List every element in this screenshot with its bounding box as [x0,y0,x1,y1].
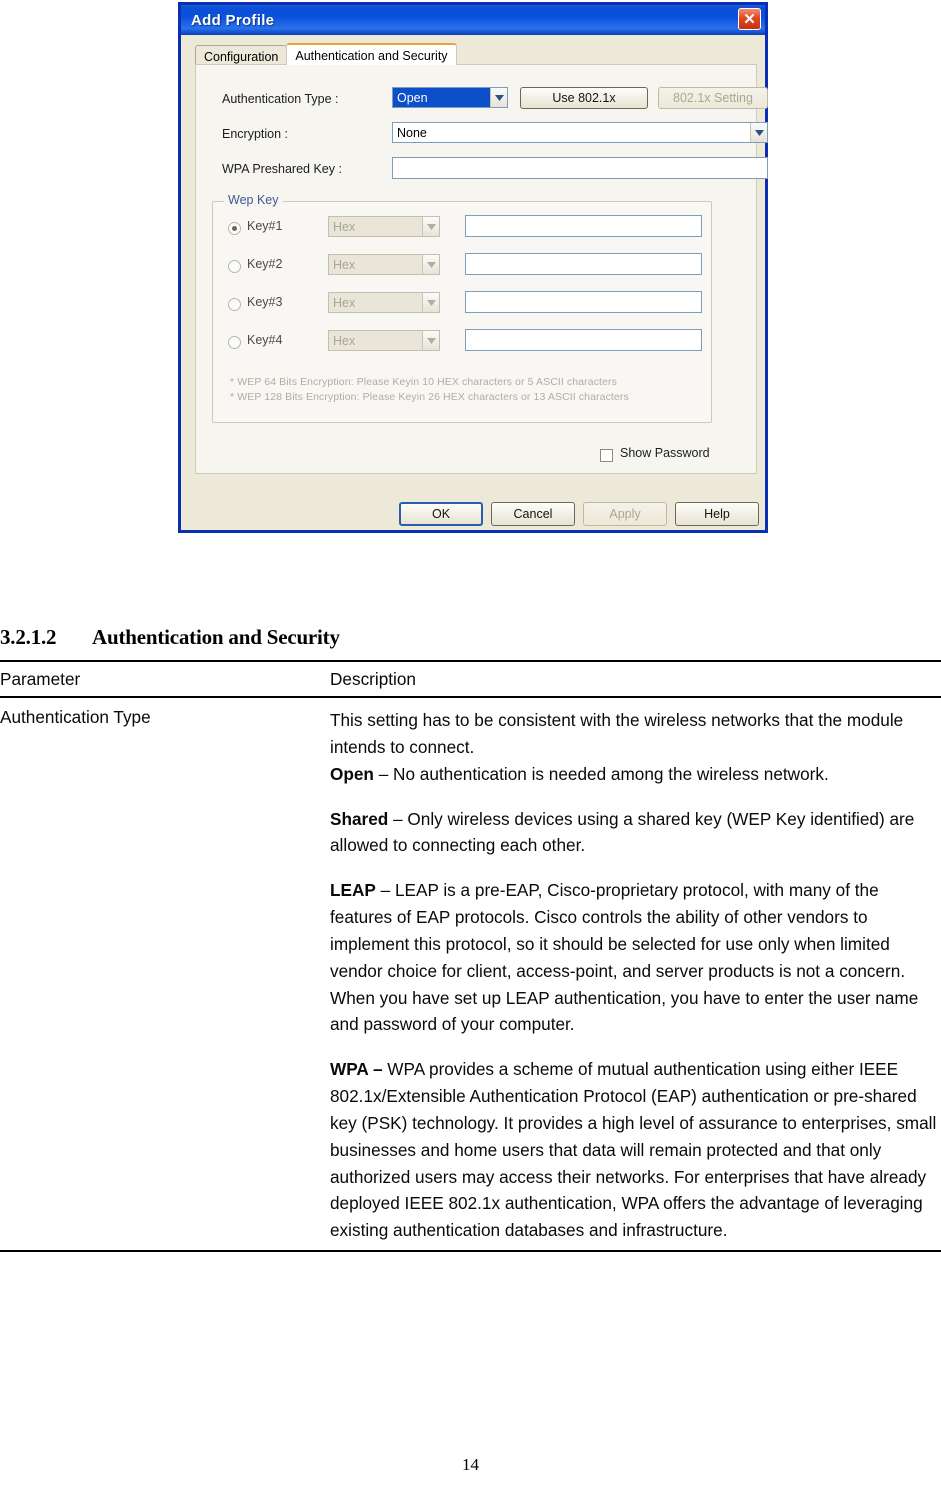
apply-label: Apply [609,507,641,521]
paragraph-text: – LEAP is a pre-EAP, Cisco-proprietary p… [330,880,919,1035]
wep-key-2-format-value: Hex [333,257,356,272]
description-paragraph: WPA – WPA provides a scheme of mutual au… [330,1056,941,1244]
wep-key-2-input[interactable] [465,253,702,275]
dialog-title: Add Profile [191,11,275,29]
encryption-label: Encryption : [222,127,289,141]
tabstrip: Configuration Authentication and Securit… [195,43,757,65]
wep-key-3-format-value: Hex [333,295,356,310]
column-header-parameter: Parameter [0,660,330,698]
wep-key-2-format-select[interactable]: Hex [328,254,440,275]
paragraph-text: This setting has to be consistent with t… [330,710,904,757]
table-row: Authentication Type This setting has to … [0,697,941,1253]
wep-key-1-radio[interactable] [228,222,241,235]
wep-key-4-format-select[interactable]: Hex [328,330,440,351]
ok-label: OK [431,507,451,521]
paragraph-text: – Only wireless devices using a shared k… [330,808,915,856]
wep-key-3-input[interactable] [465,291,702,313]
table-header-row: Parameter Description [0,660,941,698]
cell-parameter-name: Authentication Type [0,697,330,1253]
show-password-checkbox[interactable] [600,449,613,462]
wep-key-4-format-value: Hex [333,333,356,348]
section-heading: 3.2.1.2 Authentication and Security [0,625,941,650]
add-profile-dialog: Add Profile ✕ Configuration Authenticati… [178,2,768,533]
wep-key-3-radio[interactable] [228,298,241,311]
encryption-value: None [397,125,427,140]
wep-key-2-radio[interactable] [228,260,241,273]
wpa-preshared-key-label: WPA Preshared Key : [222,162,342,176]
wep-key-3-label: Key#3 [247,295,283,309]
tab-configuration[interactable]: Configuration [195,45,288,65]
show-password-label: Show Password [620,446,710,460]
wep-hint-128bit: * WEP 128 Bits Encryption: Please Keyin … [230,391,629,403]
tab-authentication-and-security[interactable]: Authentication and Security [286,43,457,65]
cancel-label: Cancel [513,507,553,521]
use-8021x-label: Use 802.1x [552,91,616,105]
wpa-preshared-key-input[interactable] [392,157,768,179]
paragraph-bold-lead: LEAP [330,880,376,901]
dialog-titlebar[interactable]: Add Profile ✕ [181,5,765,35]
wep-key-1-input[interactable] [465,215,702,237]
authentication-type-select[interactable]: Open [392,87,508,108]
tab-authentication-and-security-label: Authentication and Security [295,49,448,63]
close-icon[interactable]: ✕ [738,8,761,30]
cancel-button[interactable]: Cancel [491,502,575,526]
ok-button[interactable]: OK [399,502,483,526]
wep-key-3-format-select[interactable]: Hex [328,292,440,313]
authentication-type-value: Open [393,88,490,107]
apply-button: Apply [583,502,667,526]
paragraph-bold-lead: Open [330,763,374,784]
section-title: Authentication and Security [92,625,340,649]
chevron-down-icon[interactable] [422,331,439,350]
8021x-setting-label: 802.1x Setting [673,91,753,105]
authentication-type-label: Authentication Type : [222,92,339,106]
wep-key-1-format-value: Hex [333,219,356,234]
chevron-down-icon[interactable] [490,88,507,107]
8021x-setting-button: 802.1x Setting [658,87,768,109]
wep-key-1-format-select[interactable]: Hex [328,216,440,237]
chevron-down-icon[interactable] [750,123,767,142]
help-label: Help [704,507,730,521]
wep-key-2-label: Key#2 [247,257,283,271]
section-number: 3.2.1.2 [0,625,57,649]
chevron-down-icon[interactable] [422,217,439,236]
description-paragraph: Shared – Only wireless devices using a s… [330,806,941,860]
use-8021x-button[interactable]: Use 802.1x [520,87,648,109]
tab-page-authentication-and-security: Authentication Type : Open Use 802.1x 80… [195,64,768,474]
tab-configuration-label: Configuration [204,50,279,64]
column-header-description: Description [330,660,941,698]
paragraph-bold-lead: WPA – [330,1059,383,1080]
paragraph-bold-lead: Shared [330,808,389,829]
wep-key-4-input[interactable] [465,329,702,351]
chevron-down-icon[interactable] [422,255,439,274]
chevron-down-icon[interactable] [422,293,439,312]
paragraph-text: WPA provides a scheme of mutual authenti… [330,1059,937,1241]
description-paragraph: LEAP – LEAP is a pre-EAP, Cisco-propriet… [330,877,941,1038]
cell-parameter-description: This setting has to be consistent with t… [330,697,941,1253]
help-button[interactable]: Help [675,502,759,526]
parameter-table: Parameter Description Authentication Typ… [0,660,941,1253]
wep-key-4-label: Key#4 [247,333,283,347]
encryption-select[interactable]: None [392,122,768,143]
description-paragraph: This setting has to be consistent with t… [330,707,941,761]
page-number: 14 [462,1455,479,1474]
wep-hint-64bit: * WEP 64 Bits Encryption: Please Keyin 1… [230,376,617,388]
paragraph-text: – No authentication is needed among the … [373,763,829,784]
wep-key-group-title: Wep Key [224,193,283,207]
wep-key-4-radio[interactable] [228,336,241,349]
wep-key-1-label: Key#1 [247,219,283,233]
description-paragraph: Open – No authentication is needed among… [330,761,941,788]
